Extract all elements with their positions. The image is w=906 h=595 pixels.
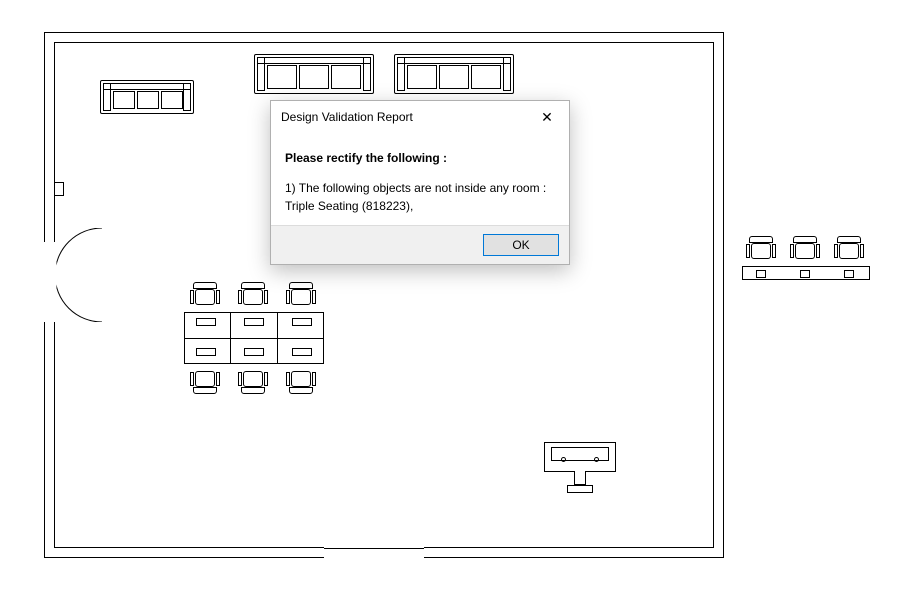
dialog-item-line2: Triple Seating (818223),	[285, 197, 555, 215]
dialog-instruction: Please rectify the following :	[285, 149, 555, 167]
door-arc-icon	[55, 228, 127, 322]
ok-button[interactable]: OK	[483, 234, 559, 256]
sofa-top-center-right[interactable]	[394, 54, 514, 94]
dialog-footer: OK	[271, 225, 569, 264]
validation-dialog: Design Validation Report ✕ Please rectif…	[270, 100, 570, 265]
sofa-top-left[interactable]	[100, 80, 194, 114]
dialog-item-line1: 1) The following objects are not inside …	[285, 179, 555, 197]
bottom-wall-opening-lintel	[324, 548, 424, 549]
wall-fixture	[54, 182, 64, 196]
sofa-top-center-left[interactable]	[254, 54, 374, 94]
dialog-close-button[interactable]: ✕	[533, 107, 561, 127]
door-opening	[42, 242, 56, 322]
triple-seating-object[interactable]	[742, 236, 870, 280]
desk-cluster[interactable]	[184, 290, 324, 386]
close-icon: ✕	[541, 110, 553, 124]
dialog-body: Please rectify the following : 1) The fo…	[271, 133, 569, 225]
dialog-title-text: Design Validation Report	[281, 110, 413, 124]
podium-unit[interactable]	[544, 442, 616, 472]
dialog-titlebar[interactable]: Design Validation Report ✕	[271, 101, 569, 133]
